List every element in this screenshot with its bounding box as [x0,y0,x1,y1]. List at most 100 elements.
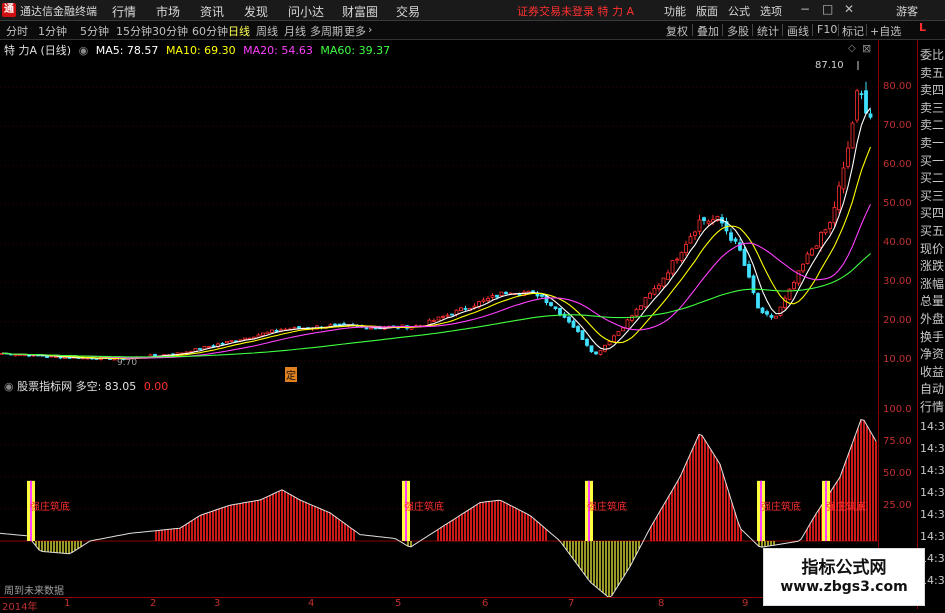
menu-faxian[interactable]: 发现 [244,3,268,20]
date-tick: 7 [568,598,575,609]
candle-body [463,308,468,310]
candle-body [706,220,711,224]
side-time: 14:35 [920,442,945,455]
candle-body [675,258,679,261]
side-label: 换手 [920,329,945,344]
maximize-icon[interactable]: □ [822,2,833,16]
menu-shichang[interactable]: 市场 [156,3,180,20]
menu-wenxiaoda[interactable]: 问小达 [288,3,324,20]
candle-body [639,305,643,311]
candle-body [265,331,270,335]
menu-hangqing[interactable]: 行情 [112,3,136,20]
period-daily[interactable]: 日线 [228,23,250,39]
period-15min[interactable]: 15分钟 [116,23,152,39]
tool-zixuan[interactable]: +自选 [870,23,901,39]
price-tick: 80.00 [883,81,912,92]
ma5-line [1,107,871,360]
event-marker[interactable]: 定 [285,367,297,382]
side-label: 自动 [920,382,945,397]
tool-huaxian[interactable]: 画线 [787,23,809,39]
period-5min[interactable]: 5分钟 [80,23,109,39]
candle-body [801,263,805,272]
side-time: 14:34 [920,420,945,433]
candle-body [333,323,337,326]
period-more[interactable]: 更多 [344,23,366,39]
period-60min[interactable]: 60分钟 [192,23,228,39]
side-label: 买五 [920,224,945,238]
candle-body [693,231,697,236]
candle-body [607,341,612,346]
ma60-line [1,253,871,358]
candle-body [702,217,706,222]
close-panel-icon[interactable]: ⊠ [862,42,871,55]
candle-body [823,229,828,234]
tool-duogu[interactable]: 多股 [727,23,749,39]
side-label: 卖三 [920,100,945,115]
menu-jiaoyi[interactable]: 交易 [396,3,420,20]
candlestick-chart[interactable] [0,56,878,378]
candle-body [549,302,553,306]
menu-xuanxiang[interactable]: 选项 [760,3,782,19]
period-weekly[interactable]: 周线 [256,23,278,39]
date-axis: 2014年 1 2 3 4 5 6 7 8 9 [0,597,878,613]
date-tick: 1 [64,598,71,609]
candle-body [864,90,868,114]
period-30min[interactable]: 30分钟 [152,23,188,39]
menu-banmian[interactable]: 版面 [696,3,718,19]
side-label: 涨幅 [920,276,945,291]
candle-body [499,291,504,296]
zone-label: 强庄筑底 [826,502,866,513]
indicator-tick: 75.00 [883,436,912,447]
indicator-info-line: ◉ 股票指标网 多空: 83.05 0.00 [0,378,168,393]
menu-gongshi[interactable]: 公式 [728,3,750,19]
period-fenshi[interactable]: 分时 [6,23,28,39]
candle-body [805,253,810,264]
menu-bar: 通 通达信金融终端 行情 市场 资讯 发现 问小达 财富圈 交易 证券交易未登录… [0,0,945,21]
tool-fuquan[interactable]: 复权 [666,23,688,39]
price-tick: 20.00 [883,315,912,326]
side-label: 卖五 [920,65,945,80]
side-label: 买三 [920,188,945,203]
candle-body [657,284,661,290]
diamond-icon[interactable]: ◇ [848,43,856,54]
date-tick: 9 [742,598,749,609]
period-1min[interactable]: 1分钟 [38,23,67,39]
candle-body [531,290,535,293]
side-time: 14:35 [920,508,945,521]
candle-body [769,315,774,318]
date-tick: 4 [308,598,315,609]
candle-body [819,232,823,248]
divider [838,24,839,36]
close-icon[interactable]: ✕ [844,2,854,16]
indicator-chart[interactable] [0,392,878,597]
zone-label: 强庄筑底 [587,502,627,513]
period-multi[interactable]: 多周期 [310,23,343,39]
candle-body [841,167,846,190]
menu-zixun[interactable]: 资讯 [200,3,224,20]
minimize-icon[interactable]: − [800,2,810,16]
candle-body [553,306,558,310]
menu-caifuquan[interactable]: 财富圈 [342,3,378,20]
period-monthly[interactable]: 月线 [284,23,306,39]
side-label: 收益 [920,364,945,379]
menu-gongneng[interactable]: 功能 [664,3,686,19]
candle-body [558,307,562,316]
side-label: 委比 [920,48,945,62]
app-title: 通达信金融终端 [20,5,97,18]
candle-body [846,147,850,167]
guest-label[interactable]: 游客 [896,3,918,19]
tool-f10[interactable]: F10 [817,23,837,36]
tool-biaoji[interactable]: 标记 [842,23,864,39]
divider [782,24,783,36]
chevron-right-icon[interactable]: › [368,23,372,36]
candle-body [778,306,783,316]
ma-info-line: 特 力A (日线) ◉ MA5: 78.57 MA10: 69.30 MA20:… [0,42,394,57]
tool-diejia[interactable]: 叠加 [697,23,719,39]
watermark-title: 指标公式网 [801,558,887,578]
side-label: 行情 [920,400,945,414]
zone-label: 强庄筑底 [30,502,70,513]
no-future-data-label: 周到未来数据 [4,586,64,597]
l-badge-icon[interactable]: L [919,21,926,34]
tool-tongji[interactable]: 统计 [757,23,779,39]
candle-body [472,305,477,308]
